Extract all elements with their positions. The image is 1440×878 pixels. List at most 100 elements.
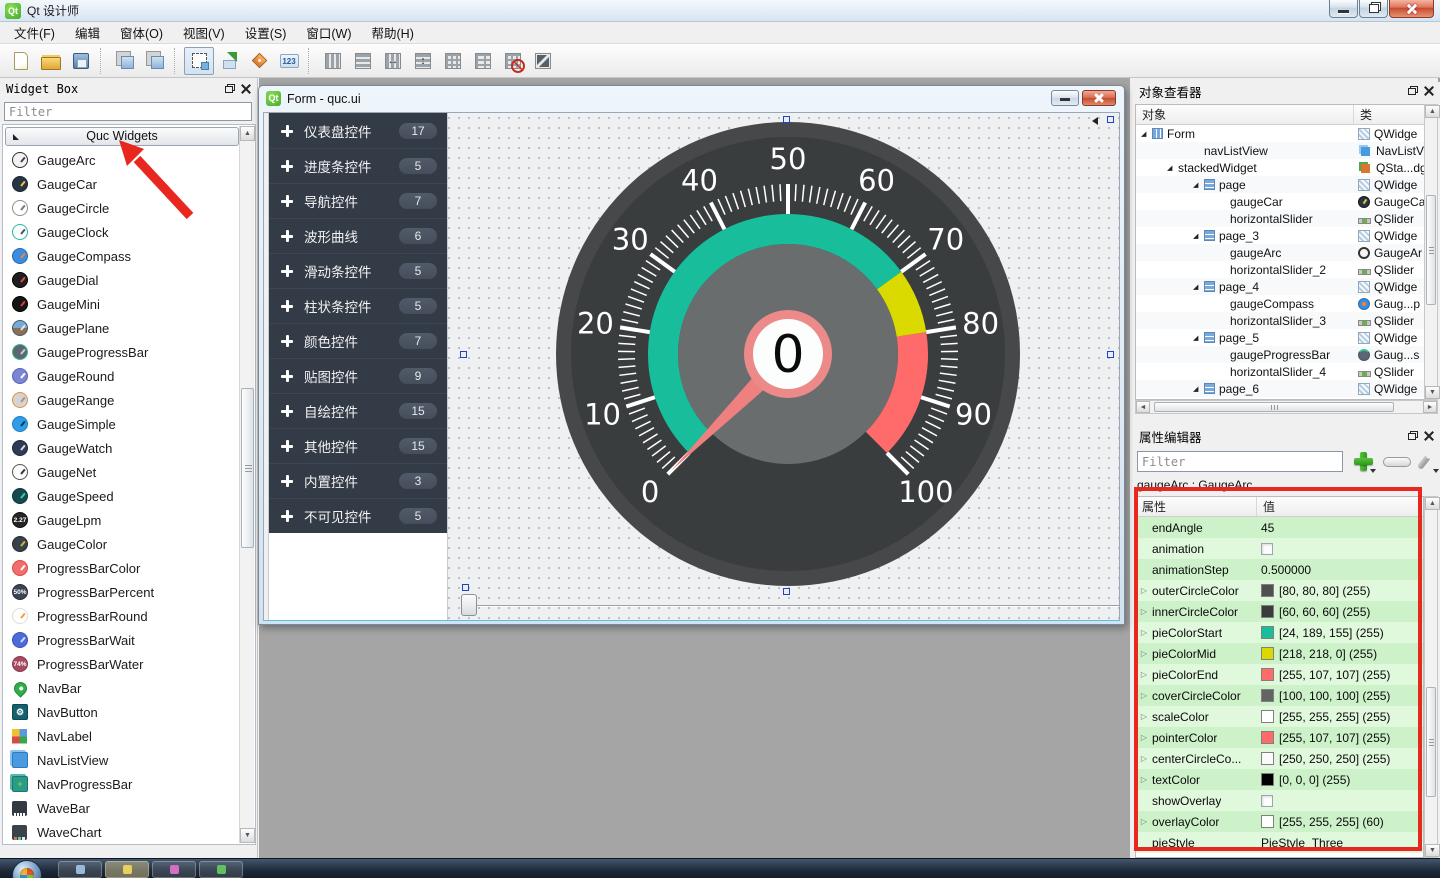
expand-arrow-icon[interactable]: ▷	[1136, 733, 1152, 742]
scroll-up-icon[interactable]: ▲	[240, 126, 255, 141]
nav-list-item[interactable]: 不可见控件5	[269, 498, 447, 533]
widget-item-gaugespeed[interactable]: GaugeSpeed	[5, 484, 239, 508]
tree-row-gaugeArc[interactable]: gaugeArcGaugeAr	[1136, 244, 1437, 261]
scrollbar-handle[interactable]	[241, 388, 254, 548]
expand-arrow-icon[interactable]: ◢	[1167, 164, 1178, 172]
dock-close-icon[interactable]	[1424, 86, 1434, 96]
property-row-pieColorEnd[interactable]: ▷pieColorEnd[255, 107, 107] (255)	[1136, 664, 1423, 685]
form-titlebar[interactable]: Qt Form - quc.ui	[259, 86, 1124, 111]
widget-item-gaugearc[interactable]: GaugeArc	[5, 148, 239, 172]
menu-item[interactable]: 设置(S)	[235, 20, 297, 45]
dock-float-icon[interactable]	[225, 86, 233, 93]
nav-list-item[interactable]: 颜色控件7	[269, 323, 447, 358]
layout-grid-button[interactable]	[438, 47, 468, 75]
widget-item-navbutton[interactable]: ⚙NavButton	[5, 700, 239, 724]
tree-row-horizontalSlider_3[interactable]: horizontalSlider_3QSlider	[1136, 312, 1437, 329]
widget-item-gaugelpm[interactable]: 2.27GaugeLpm	[5, 508, 239, 532]
layout-form-button[interactable]	[468, 47, 498, 75]
expand-arrow-icon[interactable]: ◢	[1193, 334, 1204, 342]
widget-list-scrollbar[interactable]: ▲ ▼	[239, 126, 254, 843]
expand-arrow-icon[interactable]: ▷	[1136, 775, 1152, 784]
category-header-quc-widgets[interactable]: Quc Widgets	[5, 127, 239, 146]
tree-row-gaugeProgressBar[interactable]: gaugeProgressBarGaug...s	[1136, 346, 1437, 363]
tree-row-page_4[interactable]: ◢page_4QWidge	[1136, 278, 1437, 295]
expand-arrow-icon[interactable]: ▷	[1136, 628, 1152, 637]
tree-row-Form[interactable]: ◢FormQWidge	[1136, 125, 1437, 142]
buddy-editor-button[interactable]	[244, 47, 274, 75]
widget-item-gaugeround[interactable]: GaugeRound	[5, 364, 239, 388]
property-value[interactable]: [255, 255, 255] (60)	[1261, 811, 1384, 832]
dock-close-icon[interactable]	[1424, 431, 1434, 441]
property-value[interactable]: [255, 107, 107] (255)	[1261, 727, 1390, 748]
layout-horizontal-button[interactable]	[348, 47, 378, 75]
object-tree-hscrollbar[interactable]: ◄ ►	[1135, 400, 1438, 414]
nav-list-item[interactable]: 波形曲线6	[269, 218, 447, 253]
property-row-coverCircleColor[interactable]: ▷coverCircleColor[100, 100, 100] (255)	[1136, 685, 1423, 706]
selection-handle-bottom[interactable]	[783, 588, 790, 595]
property-row-pieColorStart[interactable]: ▷pieColorStart[24, 189, 155] (255)	[1136, 622, 1423, 643]
nav-list-item[interactable]: 仪表盘控件17	[269, 113, 447, 148]
scroll-left-icon[interactable]: ◄	[1136, 401, 1150, 413]
expand-arrow-icon[interactable]: ◢	[1193, 232, 1204, 240]
edit-widgets-button[interactable]	[184, 47, 214, 75]
scroll-right-icon[interactable]: ►	[1423, 401, 1437, 413]
gauge-arc-widget[interactable]: 01020304050607080901000	[555, 121, 1021, 587]
property-row-showOverlay[interactable]: showOverlay	[1136, 790, 1423, 811]
tree-row-page_6[interactable]: ◢page_6QWidge	[1136, 380, 1437, 397]
scrollbar-handle[interactable]	[1154, 402, 1394, 412]
menu-item[interactable]: 窗口(W)	[296, 20, 361, 45]
column-header-class[interactable]: 类	[1354, 105, 1378, 124]
window-titlebar[interactable]: Qt Qt 设计师	[0, 0, 1440, 22]
close-button[interactable]	[1389, 0, 1434, 18]
nav-list-item[interactable]: 内置控件3	[269, 463, 447, 498]
scrollbar-handle[interactable]	[1426, 195, 1436, 305]
property-row-pointerColor[interactable]: ▷pointerColor[255, 107, 107] (255)	[1136, 727, 1423, 748]
widget-box-filter-input[interactable]	[4, 102, 252, 121]
layout-vertical-button[interactable]	[318, 47, 348, 75]
widget-item-navlistview[interactable]: NavListView	[5, 748, 239, 772]
nav-list-item[interactable]: 贴图控件9	[269, 358, 447, 393]
property-value[interactable]: [60, 60, 60] (255)	[1261, 601, 1370, 622]
signal-slot-editor-button[interactable]	[214, 47, 244, 75]
widget-item-gaugeclock[interactable]: GaugeClock	[5, 220, 239, 244]
widget-item-progressbarround[interactable]: ProgressBarRound	[5, 604, 239, 628]
property-value[interactable]	[1261, 538, 1273, 559]
widget-item-gaugecar[interactable]: GaugeCar	[5, 172, 239, 196]
taskbar-app-2[interactable]	[105, 861, 149, 878]
scroll-down-icon[interactable]: ▼	[240, 828, 255, 843]
property-row-animationStep[interactable]: animationStep0.500000	[1136, 559, 1423, 580]
selection-handle-top-right[interactable]	[1107, 116, 1114, 123]
property-row-pieStyle[interactable]: pieStylePieStyle_Three	[1136, 832, 1423, 853]
dock-float-icon[interactable]	[1408, 433, 1416, 440]
property-value[interactable]: PieStyle_Three	[1261, 832, 1343, 853]
property-value[interactable]: [24, 189, 155] (255)	[1261, 622, 1384, 643]
dock-float-icon[interactable]	[1408, 88, 1416, 95]
column-header-value[interactable]: 值	[1257, 497, 1281, 516]
tree-row-gaugeCompass[interactable]: gaugeCompassGaug...p	[1136, 295, 1437, 312]
slider-handle[interactable]	[461, 594, 477, 616]
property-value[interactable]: [255, 255, 255] (255)	[1261, 706, 1390, 727]
widget-item-progressbarwait[interactable]: ProgressBarWait	[5, 628, 239, 652]
tree-row-page[interactable]: ◢pageQWidge	[1136, 176, 1437, 193]
property-value[interactable]: [100, 100, 100] (255)	[1261, 685, 1390, 706]
widget-item-navlabel[interactable]: NavLabel	[5, 724, 239, 748]
break-layout-button[interactable]	[498, 47, 528, 75]
expand-arrow-icon[interactable]: ▷	[1136, 754, 1152, 763]
selection-handle-left[interactable]	[460, 351, 467, 358]
widget-item-gaugeplane[interactable]: GaugePlane	[5, 316, 239, 340]
property-row-animation[interactable]: animation	[1136, 538, 1423, 559]
property-row-overlayColor[interactable]: ▷overlayColor[255, 255, 255] (60)	[1136, 811, 1423, 832]
selection-handle-top[interactable]	[783, 116, 790, 123]
nav-list-item[interactable]: 柱状条控件5	[269, 288, 447, 323]
property-value[interactable]: [255, 107, 107] (255)	[1261, 664, 1390, 685]
adjust-size-button[interactable]	[528, 47, 558, 75]
menu-item[interactable]: 帮助(H)	[362, 20, 424, 45]
scroll-up-icon[interactable]: ▲	[1425, 105, 1440, 118]
nav-list-widget[interactable]: 仪表盘控件17进度条控件5导航控件7波形曲线6滑动条控件5柱状条控件5颜色控件7…	[269, 113, 447, 621]
tree-row-horizontalSlider_4[interactable]: horizontalSlider_4QSlider	[1136, 363, 1437, 380]
tree-row-gaugeCar[interactable]: gaugeCarGaugeCa	[1136, 193, 1437, 210]
property-value[interactable]: [250, 250, 250] (255)	[1261, 748, 1390, 769]
property-row-innerCircleColor[interactable]: ▷innerCircleColor[60, 60, 60] (255)	[1136, 601, 1423, 622]
expand-arrow-icon[interactable]: ◢	[1193, 181, 1204, 189]
widget-item-navbar[interactable]: NavBar	[5, 676, 239, 700]
